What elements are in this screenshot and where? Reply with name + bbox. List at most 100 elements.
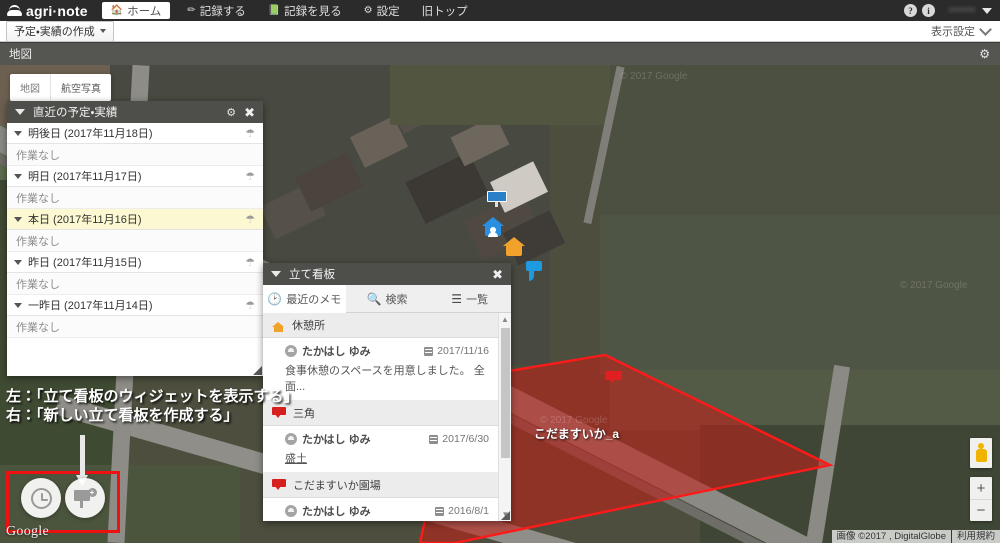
zoom-out-button[interactable]: −	[970, 499, 992, 521]
resize-handle[interactable]	[253, 366, 262, 375]
signboard-icon	[272, 407, 286, 419]
signboard-entry-date: 2017/11/16	[424, 345, 489, 357]
schedule-day-label: 本日 (2017年11月16日)	[28, 214, 142, 226]
signboard-entry-date: 2016/8/1	[435, 505, 489, 517]
house-shoulder-dot	[488, 232, 498, 237]
nav-item-view-records[interactable]: 📗 記録を見る	[257, 0, 353, 21]
note-pin-blue[interactable]	[526, 261, 542, 281]
nav-item-home[interactable]: 🏠 ホーム	[101, 2, 171, 19]
person-icon[interactable]: ☂	[245, 127, 255, 140]
nav-item-settings[interactable]: ⚙ 設定	[353, 0, 411, 21]
schedule-widget-header[interactable]: 直近の予定・実績 ⚙ ✖	[7, 101, 263, 123]
create-plan-record-button[interactable]: 予定・実績の作成	[6, 20, 114, 42]
author-name: たかはし ゆみ	[302, 346, 371, 358]
signboard-entry-meta: たかはし ゆみ 2017/6/30	[285, 431, 489, 447]
signboard-entry[interactable]: たかはし ゆみ 2017/6/30 盛土	[263, 426, 498, 473]
new-signboard-button[interactable]: +	[65, 478, 105, 518]
signboard-group-header[interactable]: 休憩所	[263, 313, 498, 338]
expand-triangle-icon[interactable]	[14, 216, 22, 222]
map-zoom-controls: + −	[970, 477, 992, 521]
schedule-day-label: 明日 (2017年11月17日)	[28, 171, 142, 183]
signboard-group-name: 三角	[293, 408, 315, 420]
scrollbar-thumb[interactable]	[501, 328, 510, 458]
zoom-in-button[interactable]: +	[970, 477, 992, 499]
house-pin-blue[interactable]	[482, 217, 504, 239]
map-type-satellite[interactable]: 航空写真	[50, 74, 111, 101]
schedule-day-row[interactable]: 明日 (2017年11月17日) ☂	[7, 166, 263, 187]
gear-icon[interactable]: ⚙	[226, 106, 236, 119]
schedule-day-row[interactable]: 明後日 (2017年11月18日) ☂	[7, 123, 263, 144]
map-type-roadmap[interactable]: 地図	[10, 74, 50, 101]
calendar-icon	[435, 506, 445, 516]
collapse-triangle-icon[interactable]	[271, 271, 281, 277]
help-icon[interactable]: ?	[903, 4, 917, 17]
tab-search-label: 検索	[385, 293, 408, 306]
signboard-icon	[272, 479, 286, 491]
schedule-widget-title: 直近の予定・実績	[33, 107, 118, 119]
expand-triangle-icon[interactable]	[14, 173, 22, 179]
date-text: 2017/6/30	[442, 433, 489, 445]
recent-memo-button[interactable]	[21, 478, 61, 518]
signboard-entry[interactable]: たかはし ゆみ 2016/8/1	[263, 498, 498, 521]
signboard-entry-text: 食事休憩のスペースを用意しました。 全面...	[285, 365, 485, 393]
close-icon[interactable]: ✖	[244, 106, 255, 119]
date-text: 2017/11/16	[437, 345, 489, 357]
street-view-pegman-icon[interactable]	[970, 438, 992, 468]
person-icon[interactable]: ☂	[245, 256, 255, 269]
house-pin-orange[interactable]	[503, 237, 525, 259]
plus-badge: +	[87, 488, 97, 497]
person-icon[interactable]: ☂	[245, 299, 255, 312]
signboard-entry-author: たかはし ゆみ	[285, 503, 371, 519]
house-body	[506, 245, 522, 256]
field-signboard-marker[interactable]	[605, 371, 622, 383]
signboard-group-header[interactable]: こだますいか園場	[263, 473, 498, 498]
signboard-entry-text: 盛土	[285, 453, 307, 465]
collapse-triangle-icon[interactable]	[15, 109, 25, 115]
signboard-widget[interactable]: 立て看板 ✖ 🕑 最近のメモ 🔍 検索 ☰ 一覧 休憩所 たかはし ゆみ 201…	[263, 263, 511, 521]
map-attribution: 画像 ©2017 , DigitalGlobe 利用規約	[831, 530, 1000, 543]
signboard-widget-header[interactable]: 立て看板 ✖	[263, 263, 511, 285]
signboard-group-name: こだますいか園場	[293, 480, 381, 492]
signboard-entry-meta: たかはし ゆみ 2017/11/16	[285, 343, 489, 359]
pencil-icon: ✏	[187, 4, 196, 16]
schedule-day-row[interactable]: 昨日 (2017年11月15日) ☂	[7, 252, 263, 273]
google-watermark-text: © 2017 Google	[540, 415, 608, 426]
schedule-task-row: 作業なし	[7, 273, 263, 295]
tab-recent-memo[interactable]: 🕑 最近のメモ	[263, 285, 346, 313]
google-watermark-text: © 2017 Google	[900, 280, 968, 291]
signboard-scrollbar[interactable]: ▲ ▼	[498, 313, 511, 521]
schedule-day-row[interactable]: 一昨日 (2017年11月14日) ☂	[7, 295, 263, 316]
notebook-icon: 📗	[267, 4, 281, 16]
page-title: 地図	[9, 49, 32, 61]
brand-text: agri·note	[26, 2, 88, 19]
nav-item-old-top[interactable]: 旧トップ	[411, 0, 479, 21]
user-menu[interactable]: ••••••	[949, 5, 992, 16]
board-pin-blue[interactable]	[487, 191, 507, 207]
view-settings-button[interactable]: 表示設定	[931, 23, 992, 39]
app-logo[interactable]: agri·note	[0, 3, 96, 19]
search-icon: 🔍	[366, 291, 382, 306]
scroll-up-arrow[interactable]: ▲	[499, 313, 511, 326]
chevron-down-icon	[99, 28, 106, 33]
nav-item-record[interactable]: ✏ 記録する	[176, 0, 256, 21]
gear-icon: ⚙	[363, 4, 373, 16]
view-settings-label: 表示設定	[931, 26, 975, 38]
schedule-day-row-today[interactable]: 本日 (2017年11月16日) ☂	[7, 209, 263, 230]
map-settings-gear-icon[interactable]: ⚙	[979, 47, 990, 61]
tab-search[interactable]: 🔍 検索	[346, 285, 429, 312]
resize-handle[interactable]	[501, 511, 510, 520]
info-icon[interactable]: i	[921, 4, 935, 17]
person-icon[interactable]: ☂	[245, 170, 255, 183]
close-icon[interactable]: ✖	[492, 268, 503, 281]
google-watermark-text: © 2017 Google	[620, 71, 688, 82]
expand-triangle-icon[interactable]	[14, 302, 22, 308]
username-label: ••••••	[948, 5, 976, 16]
expand-triangle-icon[interactable]	[14, 259, 22, 265]
expand-triangle-icon[interactable]	[14, 130, 22, 136]
tab-list[interactable]: ☰ 一覧	[428, 285, 511, 312]
person-icon[interactable]: ☂	[245, 213, 255, 226]
page-title-bar: 地図 ⚙	[0, 43, 1000, 65]
attribution-terms-link[interactable]: 利用規約	[951, 530, 1000, 543]
schedule-widget[interactable]: 直近の予定・実績 ⚙ ✖ 明後日 (2017年11月18日) ☂ 作業なし 明日…	[7, 101, 263, 376]
sprout-icon	[7, 5, 22, 16]
